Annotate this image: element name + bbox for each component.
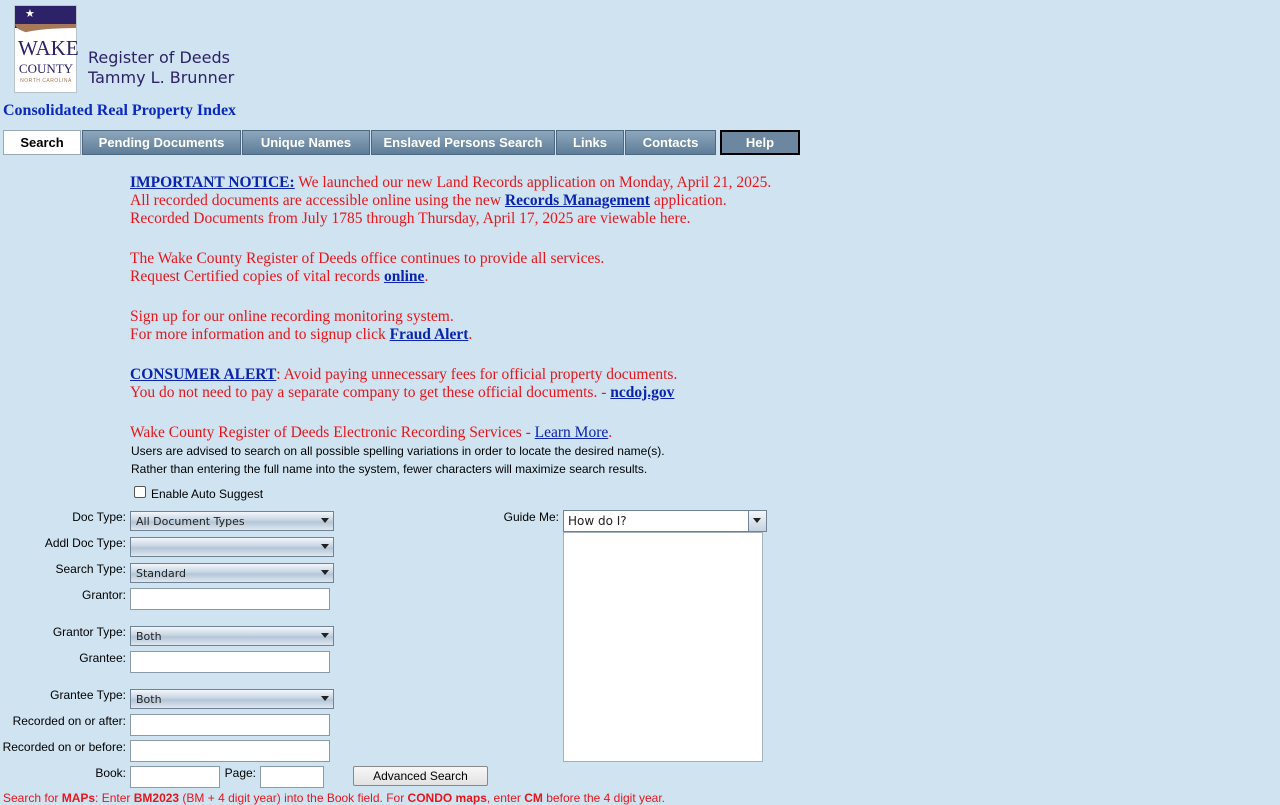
grantee-type-label: Grantee Type:	[50, 688, 126, 702]
grantor-type-select[interactable]: Both	[130, 626, 334, 646]
guide-me-dropdown-button[interactable]	[748, 511, 766, 531]
records-management-link[interactable]: Records Management	[505, 192, 650, 209]
maps-search-note: Search for MAPs: Enter BM2023 (BM + 4 di…	[3, 791, 666, 805]
guide-me-label: Guide Me:	[503, 510, 559, 524]
grantee-type-select[interactable]: Both	[130, 689, 334, 709]
page-label: Page:	[224, 766, 256, 780]
notice-services: The Wake County Register of Deeds office…	[130, 250, 605, 285]
logo-wake-text: WAKE	[18, 36, 79, 60]
book-input[interactable]	[130, 766, 220, 788]
office-title: Register of Deeds	[88, 48, 230, 67]
addl-doc-type-label: Addl Doc Type:	[44, 536, 126, 550]
star-icon: ★	[25, 7, 35, 20]
tab-enslaved-persons-search[interactable]: Enslaved Persons Search	[371, 130, 555, 155]
grantee-label: Grantee:	[79, 651, 126, 665]
notice-fraud-alert: Sign up for our online recording monitor…	[130, 308, 473, 343]
notice-consumer-alert: CONSUMER ALERT: Avoid paying unnecessary…	[130, 366, 678, 401]
tab-links[interactable]: Links	[556, 130, 624, 155]
grantee-input[interactable]	[130, 651, 330, 673]
vital-records-online-link[interactable]: online	[384, 268, 424, 285]
logo-state-text: NORTH CAROLINA	[20, 78, 72, 84]
chevron-down-icon	[321, 544, 329, 549]
page-input[interactable]	[260, 766, 324, 788]
doc-type-label: Doc Type:	[72, 510, 126, 524]
book-label: Book:	[95, 766, 126, 780]
chevron-down-icon	[321, 633, 329, 638]
tab-contacts[interactable]: Contacts	[625, 130, 716, 155]
ncdoj-link[interactable]: ncdoj.gov	[610, 384, 674, 401]
search-type-select[interactable]: Standard	[130, 563, 334, 583]
tab-pending-documents[interactable]: Pending Documents	[82, 130, 241, 155]
advanced-search-button[interactable]: Advanced Search	[353, 766, 488, 786]
fraud-alert-link[interactable]: Fraud Alert	[390, 326, 469, 343]
notices-section: IMPORTANT NOTICE: We launched our new La…	[130, 174, 830, 442]
tab-unique-names[interactable]: Unique Names	[242, 130, 370, 155]
chevron-down-icon	[321, 518, 329, 523]
search-advice: Users are advised to search on all possi…	[131, 444, 665, 476]
recorded-before-input[interactable]	[130, 740, 330, 762]
recorded-after-input[interactable]	[130, 714, 330, 736]
grantor-input[interactable]	[130, 588, 330, 610]
guide-me-combobox[interactable]: How do I?	[563, 510, 767, 532]
guide-me-list[interactable]	[563, 532, 763, 762]
auto-suggest-label: Enable Auto Suggest	[151, 487, 264, 501]
grantor-type-label: Grantor Type:	[52, 625, 126, 639]
chevron-down-icon	[321, 570, 329, 575]
learn-more-link[interactable]: Learn More	[535, 424, 609, 441]
auto-suggest-checkbox[interactable]	[134, 486, 146, 498]
consumer-alert-link[interactable]: CONSUMER ALERT	[130, 366, 276, 383]
search-type-label: Search Type:	[55, 562, 127, 576]
recorded-before-label: Recorded on or before:	[2, 740, 126, 754]
chevron-down-icon	[321, 696, 329, 701]
recorded-after-label: Recorded on or after:	[12, 714, 126, 728]
wake-county-logo: ★ WAKE COUNTY NORTH CAROLINA	[14, 5, 79, 93]
notice-land-records: IMPORTANT NOTICE: We launched our new La…	[130, 174, 772, 227]
office-holder: Tammy L. Brunner	[88, 68, 235, 87]
tab-search[interactable]: Search	[3, 130, 81, 155]
tab-help[interactable]: Help	[720, 130, 800, 155]
addl-doc-type-select[interactable]	[130, 537, 334, 557]
doc-type-select[interactable]: All Document Types	[130, 511, 334, 531]
logo-county-text: COUNTY	[18, 61, 74, 76]
chevron-down-icon	[753, 518, 761, 523]
notice-erecording: Wake County Register of Deeds Electronic…	[130, 424, 613, 441]
page-title: Consolidated Real Property Index	[3, 102, 237, 119]
important-notice-link[interactable]: IMPORTANT NOTICE:	[130, 174, 295, 191]
grantor-label: Grantor:	[81, 588, 126, 602]
